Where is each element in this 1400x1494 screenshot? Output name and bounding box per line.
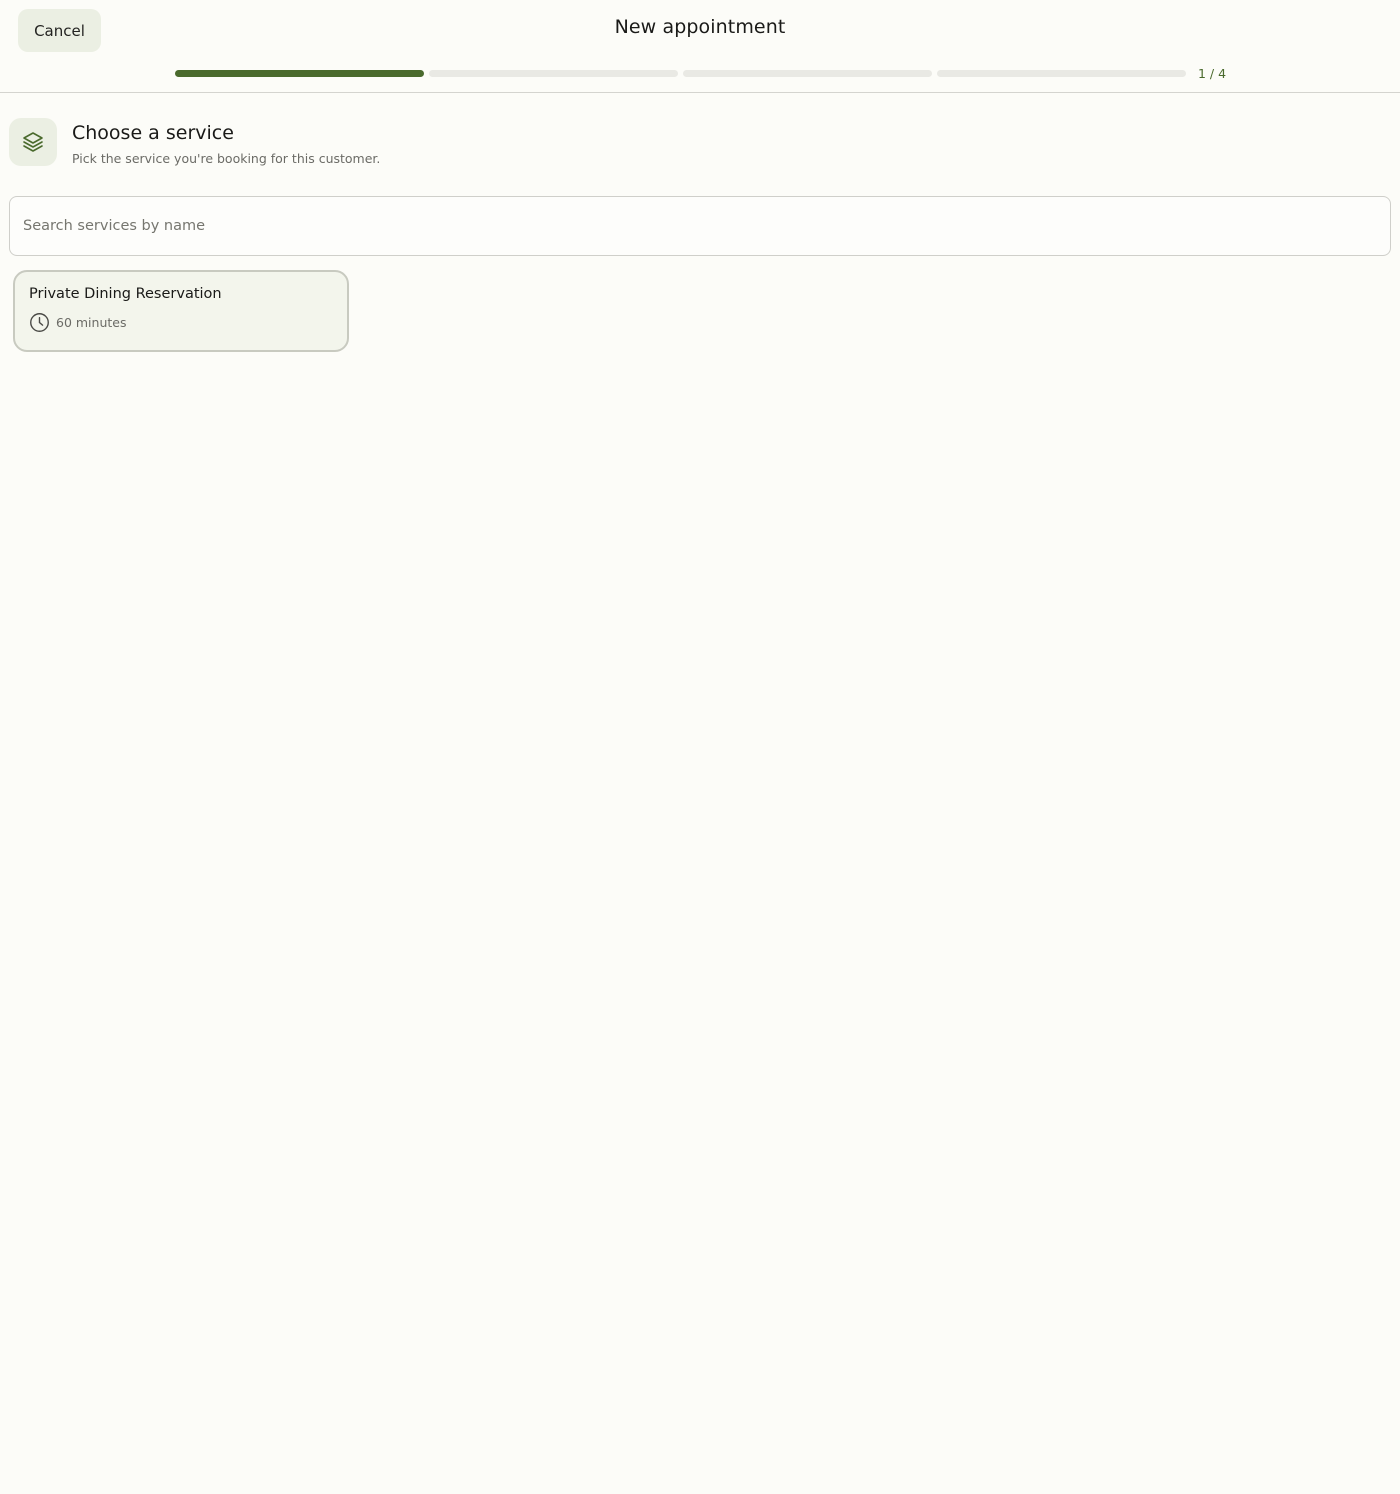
layers-icon — [9, 118, 57, 166]
service-duration: 60 minutes — [56, 315, 127, 330]
section-header: Choose a service Pick the service you're… — [9, 118, 380, 166]
progress-segment-4 — [937, 70, 1186, 77]
service-card[interactable]: Private Dining Reservation 60 minutes — [13, 270, 349, 352]
step-counter: 1 / 4 — [1197, 66, 1227, 81]
header: Cancel New appointment 1 / 4 — [0, 0, 1400, 93]
section-title: Choose a service — [72, 122, 234, 144]
service-meta: 60 minutes — [29, 312, 333, 333]
progress-segment-2 — [429, 70, 678, 77]
clock-icon — [29, 312, 50, 333]
search-input[interactable] — [9, 196, 1391, 256]
page-title: New appointment — [614, 16, 786, 38]
service-name: Private Dining Reservation — [29, 286, 222, 302]
progress-bar — [175, 70, 1186, 78]
progress-segment-3 — [683, 70, 932, 77]
progress-segment-1 — [175, 70, 424, 77]
section-subtitle: Pick the service you're booking for this… — [72, 151, 381, 166]
